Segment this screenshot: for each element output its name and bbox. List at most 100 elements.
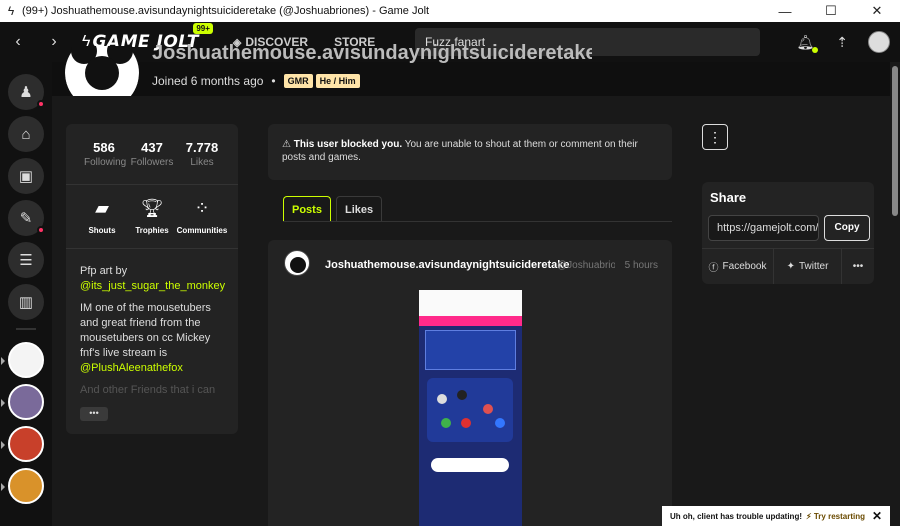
bio-mention-link[interactable]: @PlushAleenathefox [80,362,183,374]
joined-date: Joined 6 months ago [152,74,264,88]
post-author-handle[interactable]: @Joshuabriones [557,260,615,271]
post-timestamp: 5 hours [624,260,658,271]
tabs-underline [283,221,672,222]
screenshot-browser-bar [419,290,522,316]
profile-options-button[interactable]: ⋮ [702,124,728,150]
sidebar-quests-button[interactable]: ✎ [8,200,45,236]
window-titlebar: ϟ (99+) Joshuathemouse.avisundaynightsui… [0,0,900,22]
blocked-title: This user blocked you. [293,139,403,150]
bio-text: Pfp art by [80,265,128,277]
sidebar-library-button[interactable]: ▥ [8,284,44,320]
page-scrollbar[interactable] [890,62,900,526]
screenshot-info-panel [425,330,516,370]
profile-meta: Joined 6 months ago • GMR He / Him [152,74,363,88]
post-card[interactable]: Joshuathemouse.avisundaynightsuicidereta… [268,240,672,526]
user-controls: 🔔︎ ⇡ [796,22,890,62]
update-error-toast: Uh oh, client has trouble updating! ⚡︎ T… [662,506,890,526]
share-url-field[interactable]: https://gamejolt.com/@Joshuabriones [708,215,819,241]
avatar-head [290,257,306,273]
bio-faded-text: And other Friends that i can [80,384,216,396]
minimize-button[interactable]: — [762,4,808,19]
sidebar-community-3[interactable] [1,426,44,462]
sprite [457,390,467,400]
friends-icon[interactable]: ⇡ [836,34,848,51]
facebook-icon: ⓕ [708,263,719,274]
post-author-name[interactable]: Joshuathemouse.avisundaynightsuicidereta… [325,259,570,271]
share-more-button[interactable]: ••• [842,249,874,284]
stat-following[interactable]: 586 Following [84,140,127,168]
quests-unread-dot [37,226,45,234]
profile-stats-card: 586 Following 437 Followers 7.778 Likes … [66,124,238,434]
scrollbar-thumb[interactable] [892,66,898,216]
sidebar-chat-button[interactable]: ☰ [8,242,44,278]
screenshot-audio-player [431,458,509,472]
community-indicator [1,357,5,365]
following-label: Following [84,157,127,168]
sidebar-backpack-button[interactable]: ▣ [8,158,44,194]
tab-posts[interactable]: Posts [283,196,331,222]
grid-icon: ⁘ [194,198,210,218]
profile-tabs: Posts Likes [283,196,387,222]
facebook-share-button[interactable]: ⓕ Facebook [702,249,774,284]
backpack-icon: ▣ [18,168,34,185]
tab-likes[interactable]: Likes [335,196,383,222]
close-window-button[interactable]: ✕ [854,3,900,19]
post-image[interactable] [419,290,522,526]
followers-label: Followers [130,157,174,168]
post-author-avatar[interactable] [284,250,310,276]
sprite [483,404,493,414]
copy-button[interactable]: Copy [824,215,870,241]
warning-icon: ⚠ [282,139,291,150]
try-restarting-link[interactable]: ⚡︎ Try restarting [806,512,865,521]
library-icon: ▥ [18,294,34,311]
screenshot-header-bar [419,316,522,326]
share-title: Share [710,190,747,205]
sidebar-activity-button[interactable]: ♟ [8,74,45,110]
app-bolt-icon: ϟ [7,4,15,18]
left-sidebar: ♟ ⌂ ▣ ✎ ☰ ▥ [0,62,52,526]
profile-name: Joshuathemouse.avisundaynightsuicidereta… [152,42,592,64]
quests-icon: ✎ [19,210,33,227]
store-icon: ⌂ [21,125,31,143]
sidebar-community-1[interactable] [1,342,44,378]
followers-count: 437 [141,140,163,155]
screenshot-sprites-panel [427,378,513,442]
maximize-button[interactable]: ☐ [808,3,854,19]
back-button[interactable]: ‹ [0,33,36,51]
share-card: Share https://gamejolt.com/@Joshuabrione… [702,182,874,284]
sidebar-store-button[interactable]: ⌂ [8,116,44,152]
activity-icon: ♟ [19,84,33,101]
twitter-label: Twitter [798,261,829,272]
toast-message: Uh oh, client has trouble updating! [670,511,802,521]
bio-mention-link[interactable]: @its_just_sugar_the_monkey [80,280,225,292]
sidebar-divider [16,328,36,330]
share-buttons: ⓕ Facebook ✦ Twitter ••• [702,248,874,284]
bio-expand-button[interactable]: ••• [80,407,108,421]
twitter-icon: ✦ [786,261,795,272]
window-title: (99+) Joshuathemouse.avisundaynightsuici… [22,5,430,17]
sidebar-community-4[interactable] [1,468,44,504]
communities-link[interactable]: ⁘ Communities [172,198,232,235]
card-divider [66,248,238,249]
facebook-label: Facebook [722,261,767,272]
bell-icon[interactable]: 🔔︎ [796,34,819,53]
sidebar-community-2[interactable] [1,384,44,420]
unread-dot [812,46,819,53]
profile-bio: Pfp art by @its_just_sugar_the_monkey IM… [80,264,230,405]
meta-separator: • [271,74,276,88]
twitter-share-button[interactable]: ✦ Twitter [774,249,842,284]
toast-close-button[interactable]: ✕ [872,509,882,523]
chat-icon: ☰ [19,252,33,269]
bio-text: IM one of the mousetubers and great frie… [80,302,211,359]
activity-unread-dot [37,100,45,108]
sprite [495,418,505,428]
tag-pronouns: He / Him [315,74,360,88]
communities-label: Communities [176,226,228,235]
stat-likes[interactable]: 7.778 Likes [182,140,222,168]
stat-followers[interactable]: 437 Followers [130,140,174,168]
following-count: 586 [93,140,115,155]
user-avatar[interactable] [868,31,890,53]
community-indicator [1,483,5,491]
community-indicator [1,399,5,407]
sprite [441,418,451,428]
